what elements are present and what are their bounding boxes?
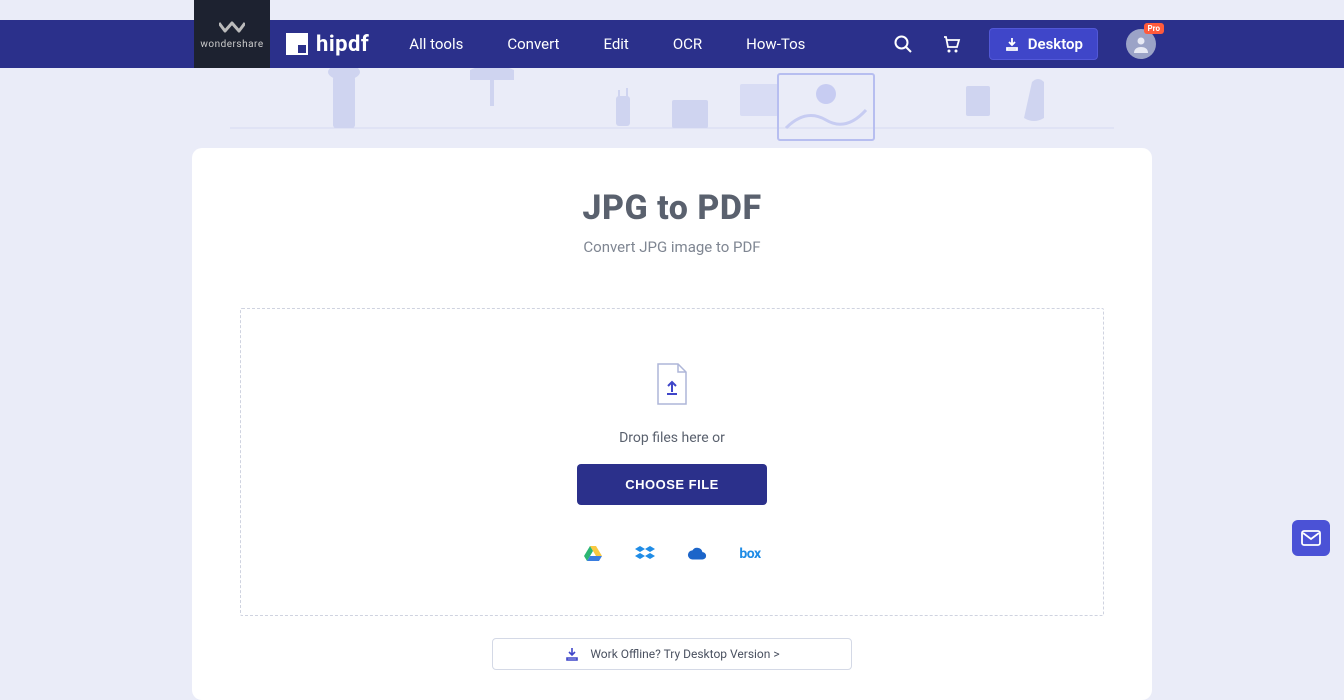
cloud-sources: box	[583, 545, 760, 563]
nav-convert[interactable]: Convert	[507, 35, 559, 53]
hero-decoration	[0, 68, 1344, 158]
desktop-label: Desktop	[1028, 35, 1083, 53]
nav-ocr[interactable]: OCR	[673, 35, 702, 53]
page-title: JPG to PDF	[240, 188, 1104, 228]
search-icon[interactable]	[893, 34, 913, 54]
google-drive-icon[interactable]	[583, 545, 603, 563]
offline-link[interactable]: Work Offline? Try Desktop Version >	[492, 638, 852, 670]
box-label: box	[739, 546, 760, 562]
hipdf-logo[interactable]: hipdf	[286, 32, 369, 57]
dropbox-icon[interactable]	[635, 545, 655, 563]
nav-edit[interactable]: Edit	[603, 35, 628, 53]
navbar: wondershare hipdf All tools Convert Edit…	[0, 20, 1344, 68]
dropzone[interactable]: Drop files here or CHOOSE FILE box	[240, 308, 1104, 616]
drop-text: Drop files here or	[619, 430, 725, 446]
mail-icon	[1301, 530, 1321, 546]
hipdf-label: hipdf	[316, 32, 369, 57]
page-subtitle: Convert JPG image to PDF	[240, 238, 1104, 256]
download-icon	[564, 646, 580, 662]
pro-badge: Pro	[1144, 23, 1164, 34]
file-upload-icon	[654, 362, 690, 406]
offline-text: Work Offline? Try Desktop Version >	[590, 647, 779, 661]
hipdf-icon	[286, 33, 308, 55]
user-avatar[interactable]: Pro	[1126, 29, 1156, 59]
wondershare-icon	[219, 19, 245, 35]
cart-icon[interactable]	[941, 34, 961, 54]
wondershare-brand[interactable]: wondershare	[194, 0, 270, 68]
nav-right: Desktop Pro	[893, 28, 1156, 60]
main-card: JPG to PDF Convert JPG image to PDF Drop…	[192, 148, 1152, 700]
nav-links: All tools Convert Edit OCR How-Tos	[409, 35, 805, 53]
desktop-button[interactable]: Desktop	[989, 28, 1098, 60]
box-icon[interactable]: box	[739, 545, 760, 563]
feedback-button[interactable]	[1292, 520, 1330, 556]
onedrive-icon[interactable]	[687, 545, 707, 563]
brand-parent-label: wondershare	[200, 39, 263, 50]
nav-howtos[interactable]: How-Tos	[746, 35, 805, 53]
choose-file-button[interactable]: CHOOSE FILE	[577, 464, 767, 505]
nav-all-tools[interactable]: All tools	[409, 35, 463, 53]
download-icon	[1004, 36, 1020, 52]
